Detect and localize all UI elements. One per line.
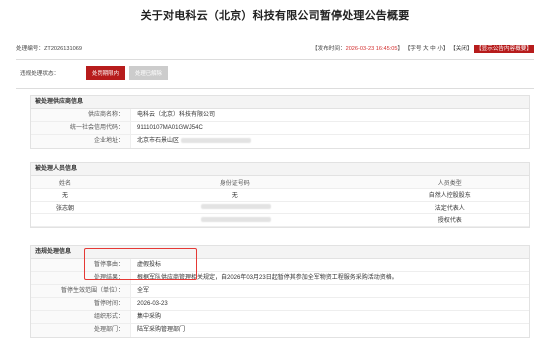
font-size-control[interactable]: 【字号 大 中 小】 xyxy=(405,46,449,52)
publish-date-label: 【发布时间： xyxy=(312,46,346,52)
violation-row: 暂停生效范围（单位）： 全军 xyxy=(31,285,529,298)
publish-date: 2026-03-23 16:45:05 xyxy=(345,46,398,52)
supplier-row: 供应商名称： 电科云（北京）科技有限公司 xyxy=(31,109,529,122)
column-header: 人员类型 xyxy=(370,176,529,189)
section-heading: 被处理供应商信息 xyxy=(31,96,529,109)
table-header-row: 姓名 身份证号码 人员类型 xyxy=(31,176,529,189)
meta-row: 处理编号：ZT2026131069 【发布时间：2026-03-23 16:45… xyxy=(16,44,534,54)
supplier-row: 统一社会信用代码： 91110107MA01GWJ54C xyxy=(31,122,529,135)
close-link[interactable]: 【关闭】 xyxy=(450,46,472,52)
section-heading: 被处理人员信息 xyxy=(31,163,529,176)
status-inactive-button[interactable]: 处理已解除 xyxy=(128,66,168,80)
redacted-id xyxy=(200,204,271,210)
violation-row: 处理部门： 陆军采购管理部门 xyxy=(31,324,529,337)
column-header: 姓名 xyxy=(31,176,99,189)
page-title: 关于对电科云（北京）科技有限公司暂停处理公告概要 xyxy=(140,10,410,22)
redacted-id xyxy=(200,216,271,222)
table-row: 张志朝 法定代表人 xyxy=(31,201,529,214)
divider xyxy=(16,59,534,60)
persons-table: 姓名 身份证号码 人员类型 无 无 自然人控股股东 张志朝 法定代表人 授权代表 xyxy=(31,176,529,227)
highlight-box xyxy=(84,248,197,280)
status-label: 违规处理状态： xyxy=(20,71,60,77)
meta-actions: 【发布时间：2026-03-23 16:45:05】 【字号 大 中 小】 【关… xyxy=(312,45,534,53)
column-header: 身份证号码 xyxy=(98,176,371,189)
persons-section: 被处理人员信息 姓名 身份证号码 人员类型 无 无 自然人控股股东 张志朝 法定… xyxy=(30,162,530,228)
supplier-section: 被处理供应商信息 供应商名称： 电科云（北京）科技有限公司 统一社会信用代码： 91… xyxy=(30,95,530,149)
supplier-row: 企业地址： 北京市石景山区 xyxy=(31,135,529,148)
violation-row: 组织形式： 集中采购 xyxy=(31,311,529,324)
process-number: 处理编号：ZT2026131069 xyxy=(16,46,82,52)
table-row: 授权代表 xyxy=(31,213,529,227)
table-row: 无 无 自然人控股股东 xyxy=(31,188,529,202)
violation-row: 暂停时间： 2026-03-23 xyxy=(31,298,529,311)
status-active-button[interactable]: 处罚期限内 xyxy=(86,66,125,80)
status-row: 违规处理状态： 处罚期限内 处理已解除 xyxy=(16,66,168,80)
divider xyxy=(16,88,534,89)
redacted-address xyxy=(181,137,252,143)
show-summary-button[interactable]: 【显示公告内容概要】 xyxy=(474,45,534,53)
